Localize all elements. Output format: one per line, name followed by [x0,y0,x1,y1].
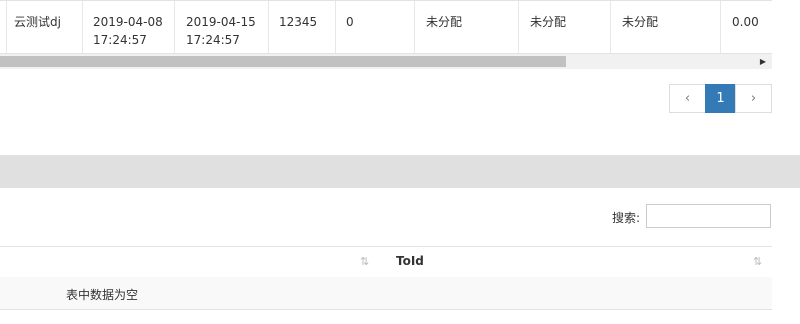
pagination-page-button[interactable]: 1 [705,84,736,113]
table-header-row: ⇅ ToId ⇅ [0,246,772,278]
column-divider [335,1,336,53]
column-divider [720,1,721,53]
horizontal-scrollbar[interactable]: ▶ [0,54,772,69]
cell-status-3: 未分配 [622,15,659,29]
empty-table-message: 表中数据为空 [66,288,139,302]
cell-end-time: 2019-04-15 17:24:57 [186,15,256,47]
data-table-row: 云测试dj 2019-04-08 17:24:57 2019-04-15 17:… [0,0,772,54]
table-empty-row: 表中数据为空 [0,277,772,310]
cell-amount: 0.00 [732,15,759,29]
search-label: 搜索: [612,211,641,225]
scroll-right-arrow-icon[interactable]: ▶ [757,54,769,69]
column-divider [6,1,7,53]
column-header-toid[interactable]: ToId [396,254,424,268]
panel-header-band [0,155,800,188]
cell-status-1: 未分配 [426,15,463,29]
column-divider [414,1,415,53]
column-divider [268,1,269,53]
column-divider [610,1,611,53]
column-divider [518,1,519,53]
column-divider [174,1,175,53]
cell-status-2: 未分配 [530,15,567,29]
cell-code: 12345 [279,15,318,29]
search-input[interactable] [646,204,771,228]
cell-name: 云测试dj [14,15,61,29]
scrollbar-thumb[interactable] [0,56,566,67]
pagination-next-button[interactable]: › [735,84,772,113]
sort-icon[interactable]: ⇅ [360,255,369,268]
cell-count: 0 [346,15,354,29]
cell-start-time: 2019-04-08 17:24:57 [93,15,163,47]
sort-icon[interactable]: ⇅ [753,255,762,268]
pagination-prev-button[interactable]: ‹ [669,84,706,113]
column-divider [82,1,83,53]
